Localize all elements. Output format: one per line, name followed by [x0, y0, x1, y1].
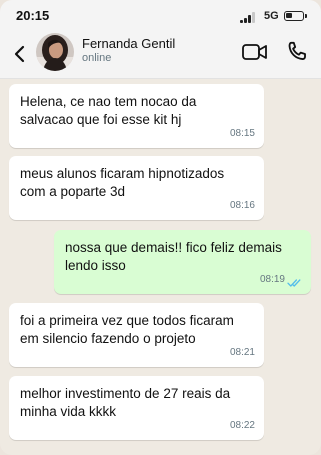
- message-bubble-incoming[interactable]: meus alunos ficaram hipnotizados com a p…: [9, 156, 264, 220]
- message-time: 08:16: [229, 200, 255, 211]
- contact-status: online: [82, 52, 112, 64]
- message-text: Helena, ce nao tem nocao da salvacao que…: [20, 94, 197, 127]
- message-bubble-incoming[interactable]: foi a primeira vez que todos ficaram em …: [9, 303, 264, 367]
- chevron-left-icon: [14, 45, 25, 63]
- back-button[interactable]: [10, 40, 30, 68]
- message-time: 08:21: [229, 347, 255, 358]
- message-text: melhor investimento de 27 reais da minha…: [20, 386, 231, 419]
- message-bubble-incoming[interactable]: Helena, ce nao tem nocao da salvacao que…: [9, 84, 264, 148]
- message-time: 08:22: [229, 420, 255, 431]
- message-text: meus alunos ficaram hipnotizados com a p…: [20, 166, 225, 199]
- message-time: 08:19: [259, 274, 285, 285]
- message-list: Helena, ce nao tem nocao da salvacao que…: [0, 79, 321, 455]
- avatar[interactable]: [36, 33, 74, 71]
- video-call-button[interactable]: [241, 40, 269, 64]
- status-time: 20:15: [16, 8, 50, 23]
- message-bubble-outgoing[interactable]: nossa que demais!! fico feliz demais len…: [54, 230, 311, 294]
- video-camera-icon: [242, 44, 267, 60]
- message-text: foi a primeira vez que todos ficaram em …: [20, 313, 234, 346]
- double-check-read-icon: [287, 279, 301, 287]
- message-text: nossa que demais!! fico feliz demais len…: [65, 240, 282, 273]
- chat-header: Fernanda Gentil online: [0, 30, 321, 79]
- voice-call-button[interactable]: [284, 39, 310, 65]
- phone-icon: [288, 41, 306, 60]
- chat-screen: 20:15 5G Fernanda Gentil online Helena, …: [0, 0, 321, 455]
- message-time: 08:15: [229, 128, 255, 139]
- network-type: 5G: [264, 10, 279, 22]
- contact-name[interactable]: Fernanda Gentil: [82, 36, 175, 51]
- status-bar: 20:15 5G: [0, 0, 321, 30]
- signal-icon: [240, 12, 258, 23]
- battery-icon: [284, 11, 307, 21]
- message-bubble-incoming[interactable]: melhor investimento de 27 reais da minha…: [9, 376, 264, 440]
